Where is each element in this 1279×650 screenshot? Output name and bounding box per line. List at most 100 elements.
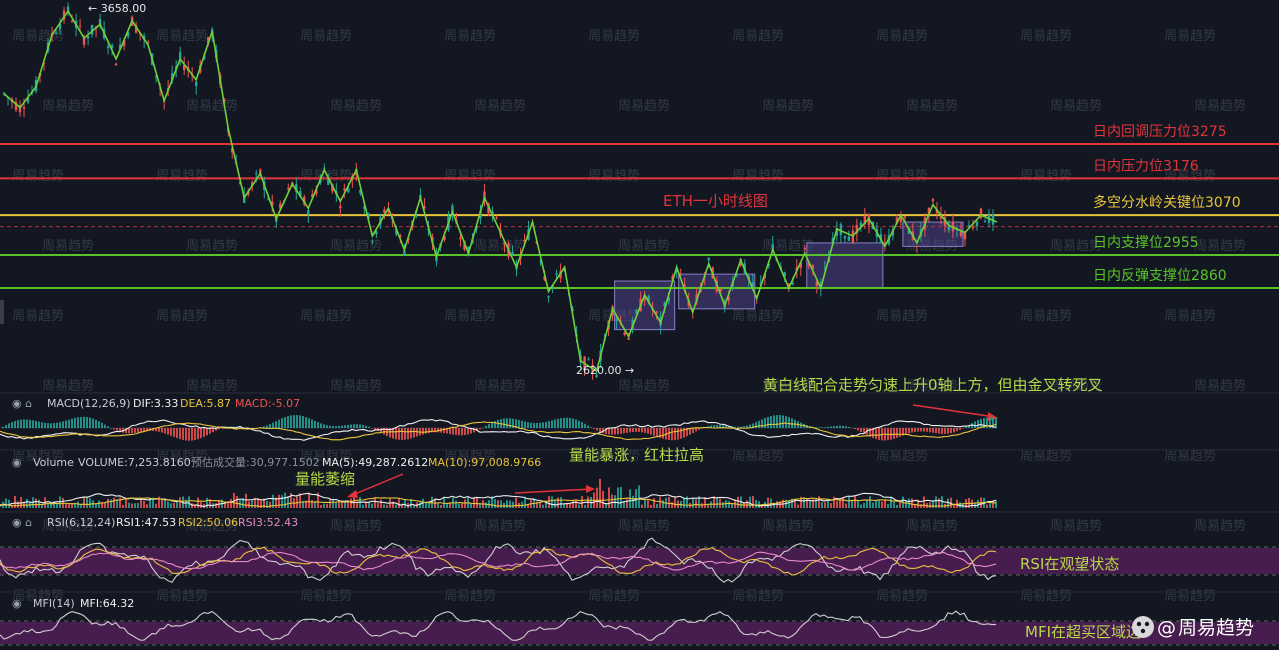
macd-histogram-bar	[791, 418, 793, 428]
macd-histogram-bar	[443, 428, 445, 433]
svg-text:◉: ◉	[12, 456, 22, 469]
volume-bar	[674, 496, 676, 508]
volume-shrink-annotation: 量能萎缩	[295, 470, 355, 488]
macd-histogram-bar	[371, 428, 373, 429]
macd-histogram-bar	[599, 428, 601, 432]
volume-bar	[818, 496, 820, 508]
macd-histogram-bar	[911, 428, 913, 433]
macd-histogram-bar	[404, 428, 406, 440]
volume-bar	[848, 496, 850, 508]
watermark-text: 周易趋势	[156, 168, 208, 184]
macd-histogram-bar	[653, 428, 655, 436]
macd-histogram-bar	[170, 428, 172, 436]
volume-bar	[746, 500, 748, 508]
macd-histogram-bar	[827, 426, 829, 428]
macd-histogram-bar	[611, 428, 613, 435]
macd-histogram-bar	[563, 417, 565, 428]
volume-bar	[932, 500, 934, 508]
macd-histogram-bar	[533, 422, 535, 428]
macd-histogram-bar	[485, 425, 487, 428]
macd-histogram-bar	[278, 419, 280, 428]
volume-bar	[230, 498, 232, 508]
volume-bar	[89, 498, 91, 508]
volume-bar	[596, 487, 598, 508]
macd-histogram-bar	[953, 428, 955, 433]
candle-body	[495, 217, 498, 219]
volume-bar	[584, 504, 586, 508]
volume-bar	[77, 501, 79, 508]
macd-histogram-bar	[923, 428, 925, 432]
volume-bar	[809, 499, 811, 508]
chart-canvas: 周易趋势 周易趋势 周易趋势 周易趋势 周易趋势 周易趋势 周易趋势 周易趋势 周易趋势周易趋势…	[0, 0, 1279, 650]
volume-bar	[179, 497, 181, 508]
volume-bar	[644, 499, 646, 508]
scroll-handle[interactable]	[0, 300, 4, 324]
macd-histogram-bar	[365, 425, 367, 428]
macd-histogram-bar	[584, 423, 586, 428]
macd-histogram-bar	[464, 428, 466, 436]
volume-bar	[278, 494, 280, 508]
watermark-text: 周易趋势	[1194, 518, 1246, 534]
macd-annotation: 黄白线配合走势匀速上升0轴上方，但由金叉转死叉	[763, 376, 1103, 394]
macd-histogram-bar	[656, 428, 658, 437]
volume-bar	[155, 503, 157, 508]
watermark-text: 周易趋势	[444, 588, 496, 604]
macd-histogram-bar	[647, 428, 649, 434]
macd-histogram-bar	[893, 428, 895, 439]
watermark-text: 周易趋势	[618, 238, 670, 254]
volume-bar	[524, 497, 526, 508]
macd-histogram-bar	[299, 415, 301, 428]
volume-bar	[599, 478, 601, 508]
macd-histogram-bar	[338, 425, 340, 428]
watermark-text: 周易趋势	[1194, 238, 1246, 254]
macd-histogram-bar	[557, 418, 559, 428]
watermark-text: 周易趋势	[1020, 168, 1072, 184]
volume-bar	[98, 500, 100, 508]
macd-histogram-bar	[98, 421, 100, 428]
macd-histogram-bar	[449, 428, 451, 435]
macd-histogram-bar	[467, 428, 469, 435]
volume-bar	[863, 502, 865, 508]
volume-bar	[572, 500, 574, 508]
macd-histogram-bar	[920, 428, 922, 432]
volume-bar	[668, 497, 670, 508]
watermark-text: 周易趋势	[474, 378, 526, 394]
candle-body	[78, 25, 82, 27]
macd-histogram-bar	[779, 415, 781, 428]
volume-bar	[206, 497, 208, 508]
macd-histogram-bar	[137, 428, 139, 433]
volume-bar	[200, 502, 202, 508]
macd-histogram-bar	[173, 428, 175, 437]
volume-bar	[311, 500, 313, 508]
macd-histogram-bar	[287, 416, 289, 428]
macd-histogram-bar	[209, 428, 211, 434]
volume-bar	[602, 490, 604, 508]
macd-histogram-bar	[62, 421, 64, 428]
volume-bar	[404, 499, 406, 508]
macd-histogram-bar	[875, 428, 877, 440]
volume-bar	[86, 496, 88, 508]
svg-text:◉ ⌂: ◉ ⌂	[12, 397, 32, 410]
watermark-text: 周易趋势	[618, 98, 670, 114]
macd-histogram-bar	[86, 417, 88, 428]
watermark-text: 周易趋势	[12, 308, 64, 324]
macd-histogram-bar	[692, 428, 694, 434]
volume-bar	[923, 496, 925, 508]
volume-bar	[947, 498, 949, 508]
macd-histogram-bar	[839, 425, 841, 428]
svg-text:MFI:64.32: MFI:64.32	[80, 597, 134, 610]
svg-text:MA(10):97,008.9766: MA(10):97,008.9766	[428, 456, 541, 469]
volume-bar	[146, 504, 148, 508]
watermark-text: 周易趋势	[1164, 28, 1216, 44]
watermark-text: 周易趋势	[42, 238, 94, 254]
macd-histogram-bar	[929, 428, 931, 433]
macd-histogram-bar	[164, 428, 166, 434]
macd-histogram-bar	[632, 428, 634, 433]
svg-text:DEA:5.87: DEA:5.87	[180, 397, 231, 410]
volume-bar	[857, 500, 859, 508]
macd-histogram-bar	[44, 422, 46, 428]
macd-histogram-bar	[674, 428, 676, 441]
macd-histogram-bar	[851, 427, 853, 429]
volume-bar	[281, 495, 283, 508]
macd-histogram-bar	[503, 418, 505, 428]
